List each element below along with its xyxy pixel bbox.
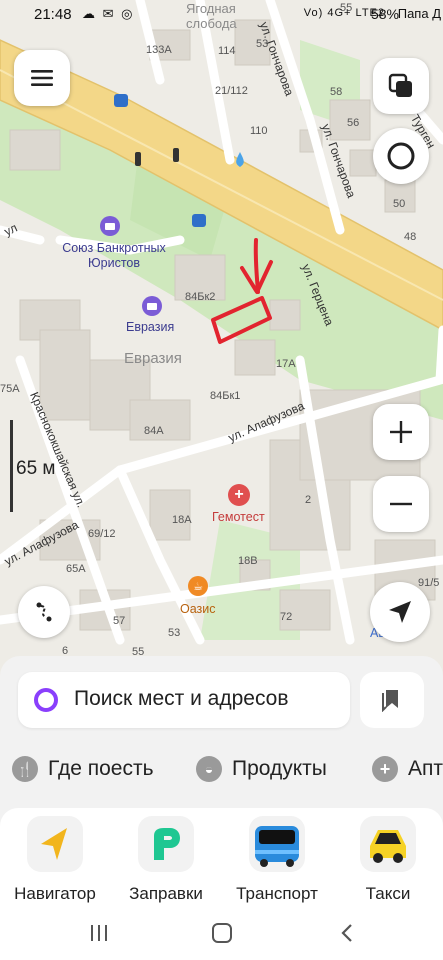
house-number: 114 <box>218 45 236 57</box>
chip-food[interactable]: 🍴 Где поесть <box>12 744 154 794</box>
house-number: 17А <box>276 358 296 370</box>
house-number: 50 <box>393 198 406 210</box>
service-navigator[interactable]: Навигатор <box>0 808 110 904</box>
location-arrow-icon <box>389 601 411 623</box>
zoom-in-button[interactable] <box>373 404 429 460</box>
minus-icon <box>390 502 412 506</box>
bus-icon <box>249 816 305 872</box>
house-number: 110 <box>250 125 268 137</box>
fuel-p-icon <box>138 816 194 872</box>
service-fuel[interactable]: Заправки <box>111 808 221 904</box>
service-label: Транспорт <box>236 884 318 903</box>
zoom-out-button[interactable] <box>373 476 429 532</box>
scale-label: 65 м <box>16 458 56 479</box>
network-name: Папа Д <box>397 6 441 21</box>
back-icon[interactable] <box>340 923 354 943</box>
house-number: 84А <box>144 425 164 437</box>
house-number: 72 <box>280 611 293 623</box>
house-number: 53 <box>168 627 181 639</box>
service-taxi[interactable]: Такси <box>333 808 443 904</box>
chip-pharmacy[interactable]: + Апт <box>372 744 443 794</box>
bookmark-icon <box>382 690 398 712</box>
chip-label: Апт <box>408 757 443 780</box>
poi-label[interactable]: Гемотест <box>212 510 265 525</box>
notification-icons: ☁ ✉ ◎ <box>82 6 135 21</box>
route-button[interactable] <box>18 586 70 638</box>
home-icon[interactable] <box>211 922 233 944</box>
alice-ring-icon <box>387 142 415 170</box>
search-placeholder: Поиск мест и адресов <box>74 687 289 710</box>
layers-button[interactable] <box>373 58 429 114</box>
poi-marker[interactable] <box>142 296 162 316</box>
house-number: 69/12 <box>88 528 116 540</box>
medical-cross-icon: + <box>234 486 244 503</box>
briefcase-icon <box>105 222 115 230</box>
house-number: 65А <box>66 563 86 575</box>
house-number: 48 <box>404 231 417 243</box>
layers-icon <box>388 73 412 97</box>
alice-assistant-button[interactable] <box>373 128 429 184</box>
house-number: 18В <box>238 555 258 567</box>
navigator-arrow-icon <box>27 816 83 872</box>
battery-level: 58% <box>370 6 399 22</box>
chip-groceries[interactable]: ◒ Продукты <box>196 744 327 794</box>
route-icon <box>36 602 52 622</box>
poi-label[interactable]: Оазис <box>180 602 216 617</box>
menu-button[interactable] <box>14 50 70 106</box>
cafe-cup-icon: ☕ <box>193 580 203 593</box>
poi-marker[interactable]: + <box>228 484 250 506</box>
house-number: 84Бк1 <box>210 390 241 402</box>
service-transport[interactable]: Транспорт <box>222 808 332 904</box>
house-number: 21/112 <box>215 85 248 97</box>
system-nav-bar <box>0 908 443 960</box>
hamburger-icon <box>31 70 53 86</box>
bookmarks-button[interactable] <box>360 672 424 728</box>
status-bar: 21:48 ☁ ✉ ◎ Vo) 4G+ LTE2 58% Папа Д <box>0 0 443 30</box>
taxi-car-icon <box>360 816 416 872</box>
house-number: 2 <box>305 494 312 506</box>
service-label: Заправки <box>129 884 203 903</box>
poi-label[interactable]: Союз Банкротных Юристов <box>54 241 174 271</box>
house-number: 91/5 <box>418 577 440 589</box>
service-label: Навигатор <box>14 884 96 903</box>
service-label: Такси <box>365 884 411 903</box>
services-row: Навигатор Заправки Транспорт Такси <box>0 808 443 908</box>
house-number: 75А <box>0 383 20 395</box>
plus-icon <box>390 421 412 443</box>
briefcase-icon <box>147 302 157 310</box>
status-time: 21:48 <box>34 6 72 23</box>
pharmacy-plus-icon: + <box>372 756 398 782</box>
area-label: Евразия <box>124 350 182 367</box>
category-chips: 🍴 Где поесть ◒ Продукты + Апт <box>0 744 443 794</box>
house-number: 133А <box>146 44 172 56</box>
fork-knife-icon: 🍴 <box>12 756 38 782</box>
scale-bar <box>10 420 13 512</box>
chip-label: Продукты <box>232 757 327 780</box>
house-number: 58 <box>330 86 343 98</box>
recents-icon[interactable] <box>89 924 109 942</box>
poi-marker[interactable] <box>100 216 120 236</box>
house-number: 57 <box>113 615 126 627</box>
house-number: 18А <box>172 514 192 526</box>
house-number: 56 <box>347 117 360 129</box>
house-number: 84Бк2 <box>185 291 216 303</box>
my-location-button[interactable] <box>370 582 430 642</box>
poi-label[interactable]: Евразия <box>126 320 174 335</box>
poi-marker[interactable]: ☕ <box>188 576 208 596</box>
alice-icon <box>34 688 58 712</box>
chip-label: Где поесть <box>48 757 154 780</box>
basket-icon: ◒ <box>196 756 222 782</box>
search-bar[interactable]: Поиск мест и адресов <box>18 672 350 728</box>
